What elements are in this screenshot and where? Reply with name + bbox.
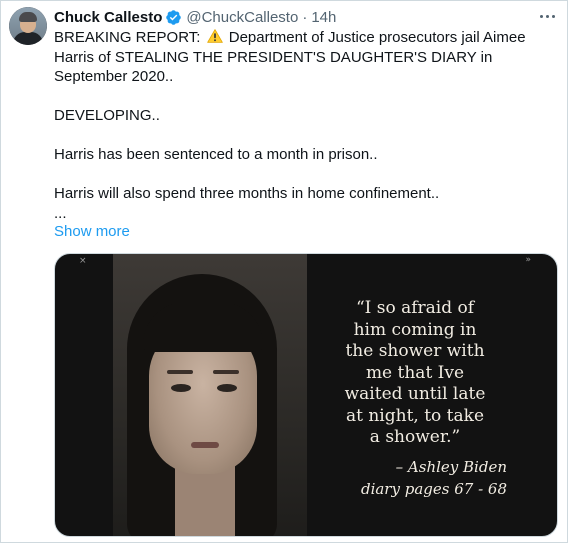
attribution-name: – Ashley Biden bbox=[395, 458, 507, 476]
tweet-ellipsis: ... bbox=[54, 204, 67, 222]
warning-emoji-icon bbox=[206, 29, 223, 43]
more-options-icon[interactable] bbox=[540, 8, 555, 24]
media-close-icon: × bbox=[79, 256, 87, 266]
author-name[interactable]: Chuck Callesto bbox=[54, 9, 162, 26]
tweet-paragraph-home: Harris will also spend three months in h… bbox=[54, 185, 440, 202]
tweet-text: BREAKING REPORT: Department of Justice p… bbox=[54, 28, 556, 223]
tweet-timestamp[interactable]: 14h bbox=[311, 9, 336, 26]
tweet-paragraph-developing: DEVELOPING.. bbox=[54, 107, 160, 124]
quote-line: “I so afraid of bbox=[355, 298, 475, 318]
media-forward-icon: » bbox=[525, 255, 531, 265]
verified-badge-icon bbox=[166, 9, 182, 25]
attribution-source: diary pages 67 - 68 bbox=[360, 480, 507, 498]
quote-line: me that Ive bbox=[365, 362, 465, 383]
quote-attribution: – Ashley Biden diary pages 67 - 68 bbox=[337, 456, 507, 500]
header-separator: · bbox=[302, 8, 308, 26]
quote-line: a shower.” bbox=[369, 427, 461, 447]
diary-quote: “I so afraid of him coming in the shower… bbox=[325, 298, 505, 449]
tweet-paragraph-sentence: Harris has been sentenced to a month in … bbox=[54, 146, 378, 163]
tweet-media-image[interactable]: × » “I so afraid of him coming in the sh… bbox=[54, 253, 558, 537]
tweet-card[interactable]: Chuck Callesto @ChuckCallesto · 14h BREA… bbox=[0, 0, 568, 543]
show-more-link[interactable]: Show more bbox=[54, 222, 130, 242]
quote-line: the shower with bbox=[345, 341, 485, 361]
tweet-paragraph-breaking: BREAKING REPORT: Department of Justice p… bbox=[54, 29, 526, 85]
quote-line: waited until late bbox=[344, 384, 486, 404]
portrait-photo bbox=[113, 254, 307, 536]
author-handle[interactable]: @ChuckCallesto bbox=[186, 9, 298, 26]
quote-line: at night, to take bbox=[345, 405, 485, 426]
tweet-header: Chuck Callesto @ChuckCallesto · 14h bbox=[54, 7, 336, 27]
quote-line: him coming in bbox=[353, 319, 477, 340]
author-avatar[interactable] bbox=[9, 7, 47, 45]
